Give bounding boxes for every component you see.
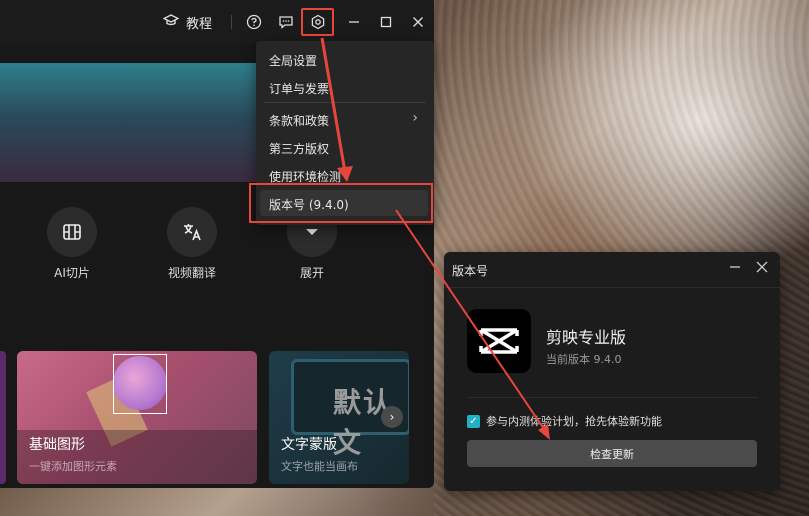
template-card-basic-shapes[interactable]: 基础图形 一键添加图形元素 bbox=[17, 351, 257, 484]
tutorial-button[interactable]: 教程 bbox=[162, 12, 213, 32]
titlebar-divider bbox=[231, 15, 232, 29]
menu-item-third-party-copyright[interactable]: 第三方版权 bbox=[269, 140, 329, 157]
card-subtitle: 文字也能当画布 bbox=[281, 460, 358, 473]
version-highlight-box bbox=[249, 183, 433, 223]
menu-item-orders-invoices[interactable]: 订单与发票 bbox=[269, 80, 329, 97]
minimize-icon[interactable] bbox=[727, 259, 743, 275]
graduation-cap-icon bbox=[162, 12, 180, 32]
menu-item-terms-policies[interactable]: 条款和政策 bbox=[269, 112, 329, 129]
settings-highlight-box bbox=[301, 8, 334, 36]
beta-program-option[interactable]: ✓ 参与内测体验计划，抢先体验新功能 bbox=[467, 413, 662, 429]
dialog-divider bbox=[444, 287, 780, 288]
card-partial[interactable] bbox=[0, 351, 6, 484]
tool-ai-slice[interactable]: AI切片 bbox=[32, 207, 112, 281]
promo-banner[interactable] bbox=[0, 63, 262, 182]
tool-label: AI切片 bbox=[54, 266, 90, 280]
close-icon[interactable] bbox=[754, 259, 770, 275]
tutorial-label: 教程 bbox=[186, 16, 213, 32]
menu-divider bbox=[264, 102, 426, 103]
feedback-icon[interactable] bbox=[276, 12, 296, 32]
check-update-button[interactable]: 检查更新 bbox=[467, 440, 757, 467]
dialog-title: 版本号 bbox=[452, 264, 489, 278]
title-bar: 教程 bbox=[0, 0, 434, 44]
close-icon[interactable] bbox=[408, 12, 428, 32]
maximize-icon[interactable] bbox=[376, 12, 396, 32]
chevron-right-icon: › bbox=[412, 110, 418, 126]
dialog-divider bbox=[467, 397, 758, 398]
tool-label: 展开 bbox=[299, 266, 324, 280]
translate-icon bbox=[167, 207, 217, 257]
minimize-icon[interactable] bbox=[344, 12, 364, 32]
tool-label: 视频翻译 bbox=[167, 266, 216, 280]
card-subtitle: 一键添加图形元素 bbox=[29, 460, 117, 473]
beta-label: 参与内测体验计划，抢先体验新功能 bbox=[486, 415, 662, 428]
current-version: 当前版本 9.4.0 bbox=[546, 353, 622, 366]
help-icon[interactable] bbox=[244, 12, 264, 32]
beta-checkbox[interactable]: ✓ bbox=[467, 414, 480, 428]
film-slice-icon bbox=[47, 207, 97, 257]
capcut-logo-icon bbox=[467, 309, 531, 373]
card-title: 文字蒙版 bbox=[281, 437, 337, 453]
selection-box bbox=[113, 354, 167, 414]
tool-video-translate[interactable]: 视频翻译 bbox=[152, 207, 232, 281]
carousel-next-button[interactable]: › bbox=[381, 406, 403, 428]
app-name: 剪映专业版 bbox=[546, 328, 627, 347]
menu-item-global-settings[interactable]: 全局设置 bbox=[269, 52, 317, 69]
version-dialog: 版本号 剪映专业版 当前版本 9.4.0 ✓ 参与内测体验计划，抢先体验新功能 … bbox=[444, 252, 780, 491]
card-title: 基础图形 bbox=[29, 437, 85, 453]
